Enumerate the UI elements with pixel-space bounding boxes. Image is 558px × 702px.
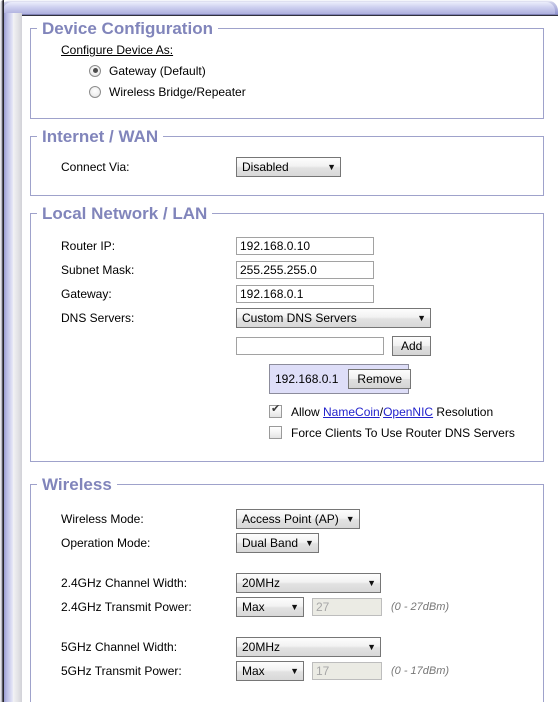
section-internet-wan: Internet / WAN Connect Via: Disabled ▼: [30, 128, 544, 196]
section-title-device-configuration: Device Configuration: [42, 19, 213, 38]
tx24-label: 2.4GHz Transmit Power:: [61, 600, 192, 614]
allow-resolution-prefix: Allow: [291, 404, 324, 419]
row-subnet-mask: Subnet Mask:: [31, 258, 543, 282]
gateway-input[interactable]: [236, 285, 374, 303]
window-left-accent-band: [4, 13, 13, 702]
dns-add-input[interactable]: [236, 337, 384, 355]
tx24-mode-select[interactable]: Max ▼: [236, 597, 304, 617]
router-ip-input[interactable]: [236, 237, 374, 255]
force-dns-checkbox[interactable]: [269, 426, 282, 439]
tx5-mode-value: Max: [242, 664, 265, 678]
row-dns-add: Add: [31, 334, 543, 358]
wireless-mode-value: Access Point (AP): [242, 512, 339, 526]
tx5-range-hint: (0 - 17dBm): [391, 665, 450, 677]
page-content: Device Configuration Configure Device As…: [22, 16, 558, 702]
section-title-local-network-lan: Local Network / LAN: [42, 204, 208, 223]
radio-wireless-bridge-label: Wireless Bridge/Repeater: [109, 84, 246, 99]
radio-option-wireless-bridge[interactable]: Wireless Bridge/Repeater: [31, 81, 543, 102]
row-5ghz-channel-width: 5GHz Channel Width: 20MHz ▼: [31, 635, 543, 659]
namecoin-link[interactable]: NameCoin: [323, 405, 380, 419]
tx24-range-hint: (0 - 27dBm): [391, 601, 450, 613]
window-titlebar-inner: [3, 2, 555, 14]
radio-wireless-bridge-icon[interactable]: [89, 85, 101, 98]
chevron-down-icon: ▼: [367, 641, 376, 652]
chevron-down-icon: ▼: [305, 537, 314, 548]
dns-servers-select[interactable]: Custom DNS Servers ▼: [236, 308, 431, 328]
subnet-mask-label: Subnet Mask:: [61, 263, 135, 277]
section-title-internet-wan: Internet / WAN: [42, 127, 159, 146]
allow-resolution-suffix: Resolution: [433, 404, 494, 419]
ch5-width-select[interactable]: 20MHz ▼: [236, 637, 381, 657]
checkbox-row-allow-resolution[interactable]: Allow NameCoin/OpenNIC Resolution: [31, 401, 543, 422]
ch24-width-select[interactable]: 20MHz ▼: [236, 573, 381, 593]
router-ip-label: Router IP:: [61, 239, 116, 253]
device-configuration-body: Configure Device As: Gateway (Default) W…: [31, 37, 543, 118]
radio-option-gateway[interactable]: Gateway (Default): [31, 60, 543, 81]
connect-via-select[interactable]: Disabled ▼: [236, 157, 341, 177]
dns-entry-ip: 192.168.0.1: [275, 372, 339, 386]
wireless-mode-label: Wireless Mode:: [61, 512, 144, 526]
wireless-mode-select[interactable]: Access Point (AP) ▼: [236, 509, 360, 529]
force-dns-label: Force Clients To Use Router DNS Servers: [291, 425, 515, 440]
opennic-link[interactable]: OpenNIC: [383, 405, 433, 419]
browser-window: Device Configuration Configure Device As…: [0, 0, 558, 702]
row-gateway: Gateway:: [31, 282, 543, 306]
operation-mode-value: Dual Band: [242, 536, 299, 550]
section-title-wireless: Wireless: [42, 475, 112, 494]
chevron-down-icon: ▼: [345, 513, 355, 524]
ch24-width-value: 20MHz: [242, 576, 281, 590]
ch5-width-value: 20MHz: [242, 640, 281, 654]
row-24ghz-channel-width: 2.4GHz Channel Width: 20MHz ▼: [31, 571, 543, 595]
section-local-network-lan: Local Network / LAN Router IP: Subnet Ma…: [30, 205, 544, 462]
internet-wan-body: Connect Via: Disabled ▼: [31, 145, 543, 195]
configure-device-as-label: Configure Device As:: [61, 43, 174, 57]
dns-servers-value: Custom DNS Servers: [242, 311, 357, 325]
row-5ghz-transmit-power: 5GHz Transmit Power: Max ▼ (0 - 17dBm): [31, 659, 543, 683]
tx5-label: 5GHz Transmit Power:: [61, 664, 182, 678]
ch24-width-label: 2.4GHz Channel Width:: [61, 576, 188, 590]
subnet-mask-input[interactable]: [236, 261, 374, 279]
allow-resolution-checkbox[interactable]: [269, 403, 282, 418]
section-device-configuration: Device Configuration Configure Device As…: [30, 20, 544, 119]
dns-entry-remove-button[interactable]: Remove: [348, 369, 412, 389]
local-network-lan-body: Router IP: Subnet Mask: Gateway:: [31, 222, 543, 461]
connect-via-value: Disabled: [242, 160, 289, 174]
operation-mode-select[interactable]: Dual Band ▼: [236, 533, 319, 553]
window-left-gutter: [13, 13, 22, 702]
section-wireless: Wireless Wireless Mode: Access Point (AP…: [30, 476, 544, 702]
row-wireless-mode: Wireless Mode: Access Point (AP) ▼: [31, 507, 543, 531]
radio-gateway-label: Gateway (Default): [109, 63, 206, 78]
tx24-power-input: [312, 598, 382, 616]
row-router-ip: Router IP:: [31, 234, 543, 258]
dns-entry-list: 192.168.0.1 Remove: [269, 364, 412, 394]
wireless-body: Wireless Mode: Access Point (AP) ▼ Opera…: [31, 493, 543, 702]
chevron-down-icon: ▼: [367, 577, 376, 588]
chevron-down-icon: ▼: [417, 312, 426, 323]
row-connect-via: Connect Via: Disabled ▼: [31, 155, 543, 179]
tx5-mode-select[interactable]: Max ▼: [236, 661, 304, 681]
chevron-down-icon: ▼: [327, 161, 336, 172]
operation-mode-label: Operation Mode:: [61, 536, 151, 550]
tx24-mode-value: Max: [242, 600, 265, 614]
row-operation-mode: Operation Mode: Dual Band ▼: [31, 531, 543, 555]
row-24ghz-transmit-power: 2.4GHz Transmit Power: Max ▼ (0 - 27dBm): [31, 595, 543, 619]
window-titlebar: [0, 0, 558, 16]
dns-servers-label: DNS Servers:: [61, 311, 135, 325]
radio-gateway-icon[interactable]: [89, 64, 101, 77]
ch5-width-label: 5GHz Channel Width:: [61, 640, 178, 654]
chevron-down-icon: ▼: [290, 601, 299, 612]
allow-resolution-label: Allow NameCoin/OpenNIC Resolution: [291, 405, 493, 419]
gateway-label: Gateway:: [61, 287, 112, 301]
row-dns-servers: DNS Servers: Custom DNS Servers ▼: [31, 306, 543, 330]
dns-add-button[interactable]: Add: [392, 336, 432, 356]
checkbox-row-force-dns[interactable]: Force Clients To Use Router DNS Servers: [31, 422, 543, 443]
connect-via-label: Connect Via:: [61, 160, 130, 174]
chevron-down-icon: ▼: [290, 665, 299, 676]
tx5-power-input: [312, 662, 382, 680]
